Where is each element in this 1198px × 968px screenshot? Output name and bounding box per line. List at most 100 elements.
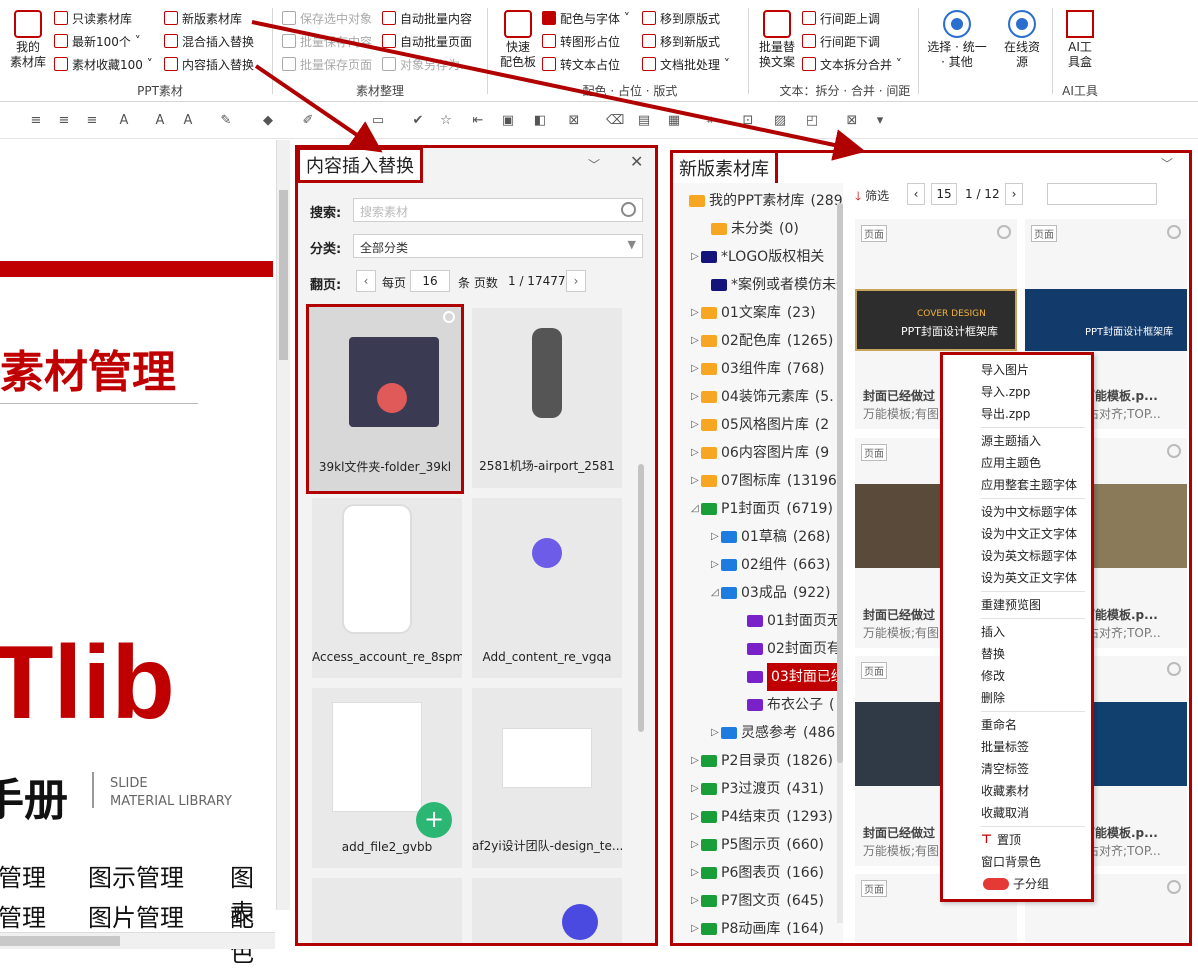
- tree-item[interactable]: ▷ P8动画库 (164): [691, 915, 824, 943]
- favorites-100-button[interactable]: 素材收藏100 ˅: [54, 54, 153, 74]
- grid-icon[interactable]: ▦: [666, 113, 682, 129]
- slide-vertical-scrollbar[interactable]: [276, 140, 290, 910]
- align-right-icon[interactable]: ≡: [84, 113, 100, 129]
- tree-item[interactable]: *案例或者模仿未登: [701, 271, 843, 299]
- tree-item[interactable]: 03封面已经: [737, 663, 843, 691]
- eraser-icon[interactable]: ⌫: [606, 113, 624, 129]
- context-menu-item[interactable]: 置顶: [997, 829, 1021, 851]
- scroll-thumb[interactable]: [279, 190, 288, 360]
- filter-button[interactable]: 🡓 筛选: [855, 187, 889, 208]
- context-menu-item[interactable]: 应用整套主题字体: [981, 474, 1077, 496]
- mixed-insert-button[interactable]: 混合插入替换: [164, 31, 254, 51]
- expand-icon[interactable]: ▷: [691, 383, 701, 411]
- tree-item[interactable]: ▷ 灵感参考 (486: [711, 719, 835, 747]
- tree-item[interactable]: 01封面页无: [737, 607, 843, 635]
- context-menu-item[interactable]: 清空标签: [981, 758, 1029, 780]
- screen-icon[interactable]: ▤: [636, 113, 652, 129]
- tree-item[interactable]: ▷ 05风格图片库 (2: [691, 411, 829, 439]
- next-page-button[interactable]: ›: [1005, 183, 1023, 205]
- brush-icon[interactable]: ✐: [300, 113, 316, 129]
- tree-item[interactable]: ▷ 07图标库 (13196: [691, 467, 837, 495]
- search-icon[interactable]: [621, 202, 636, 217]
- image-icon[interactable]: ▨: [772, 113, 788, 129]
- document-batch-button[interactable]: 文档批处理 ˅: [642, 54, 730, 74]
- context-menu-item[interactable]: 设为中文正文字体: [981, 523, 1077, 545]
- tree-item[interactable]: ◿ P1封面页 (6719): [691, 495, 833, 523]
- context-menu-item[interactable]: 设为英文正文字体: [981, 567, 1077, 589]
- align-center-icon[interactable]: ≡: [56, 113, 72, 129]
- expand-icon[interactable]: ▷: [711, 719, 721, 747]
- context-menu-item[interactable]: 删除: [981, 687, 1005, 709]
- tree-item[interactable]: ▷ 02组件 (663): [711, 551, 830, 579]
- font-shrink-icon[interactable]: A: [152, 113, 168, 129]
- line-spacing-down-button[interactable]: 行间距下调: [802, 31, 880, 51]
- list-item[interactable]: Add_content_re_vgqa: [472, 498, 622, 678]
- zoom-icon[interactable]: [1167, 880, 1181, 894]
- tree-scrollbar[interactable]: [837, 203, 843, 923]
- context-menu-item[interactable]: 源主题插入: [981, 430, 1041, 452]
- per-page-input[interactable]: 16: [410, 270, 450, 292]
- list-item[interactable]: + add_file2_gvbb: [312, 688, 462, 868]
- list-item[interactable]: 2581机场-airport_2581: [472, 308, 622, 488]
- context-menu-item[interactable]: 设为中文标题字体: [981, 501, 1077, 523]
- tree-item[interactable]: ▷ P5图示页 (660): [691, 831, 824, 859]
- tree-item[interactable]: ▷ P2目录页 (1826): [691, 747, 833, 775]
- auto-batch-content-button[interactable]: 自动批量内容: [382, 8, 472, 28]
- font-grow-icon[interactable]: A: [180, 113, 196, 129]
- expand-icon[interactable]: ▷: [691, 915, 701, 943]
- line-spacing-up-button[interactable]: 行间距上调: [802, 8, 880, 28]
- tree-item[interactable]: ▷ P6图表页 (166): [691, 859, 824, 887]
- crop-icon[interactable]: ⌗: [702, 113, 718, 129]
- search-input[interactable]: 搜索素材: [353, 198, 643, 222]
- list-item[interactable]: [472, 878, 622, 943]
- font-color-icon[interactable]: A: [116, 113, 132, 129]
- shape-icon[interactable]: ▭: [370, 113, 386, 129]
- expand-icon[interactable]: ▷: [691, 355, 701, 383]
- list-item[interactable]: [312, 878, 462, 943]
- close-icon[interactable]: ✕: [630, 152, 643, 171]
- latest-100-button[interactable]: 最新100个 ˅: [54, 31, 141, 51]
- expand-icon[interactable]: ▷: [691, 747, 701, 775]
- ai-toolbox-button[interactable]: AI工 具盒: [1058, 10, 1102, 70]
- expand-icon[interactable]: ▷: [691, 859, 701, 887]
- category-select[interactable]: 全部分类 ▼: [353, 234, 643, 258]
- expand-icon[interactable]: ▷: [691, 831, 701, 859]
- expand-icon[interactable]: ▷: [691, 439, 701, 467]
- expand-icon[interactable]: ◿: [691, 495, 701, 523]
- shape-fill-icon[interactable]: ◰: [804, 113, 820, 129]
- move-to-new-layout-button[interactable]: 移到新版式: [642, 31, 720, 51]
- context-menu-item[interactable]: 子分组: [1013, 873, 1049, 895]
- scroll-thumb[interactable]: [0, 936, 120, 946]
- expand-icon[interactable]: ▷: [691, 803, 701, 831]
- color-font-button[interactable]: 配色与字体 ˅: [542, 8, 630, 28]
- tree-item[interactable]: ▷ 01草稿 (268): [711, 523, 830, 551]
- context-menu-item[interactable]: 收藏取消: [981, 802, 1029, 824]
- readonly-library-button[interactable]: 只读素材库: [54, 8, 132, 28]
- page-input[interactable]: 15: [931, 183, 957, 205]
- context-menu-item[interactable]: 导入.zpp: [981, 381, 1030, 403]
- context-menu-item[interactable]: 收藏素材: [981, 780, 1029, 802]
- auto-batch-page-button[interactable]: 自动批量页面: [382, 31, 472, 51]
- tree-item[interactable]: ▷ 02配色库 (1265): [691, 327, 833, 355]
- expand-icon[interactable]: ▷: [691, 327, 701, 355]
- fill-icon[interactable]: ◆: [260, 113, 276, 129]
- list-item[interactable]: Access_account_re_8spm: [312, 498, 462, 678]
- tree-item[interactable]: 布衣公子(: [737, 691, 834, 719]
- chevron-down-icon[interactable]: ﹀: [588, 156, 600, 173]
- context-menu-item[interactable]: 修改: [981, 665, 1005, 687]
- new-library-button[interactable]: 新版素材库: [164, 8, 242, 28]
- quick-palette-button[interactable]: 快速 配色板: [496, 10, 540, 70]
- align-left-icon[interactable]: ≡: [28, 113, 44, 129]
- tree-item[interactable]: ▷ P3过渡页 (431): [691, 775, 824, 803]
- move-to-original-layout-button[interactable]: 移到原版式: [642, 8, 720, 28]
- context-menu-item[interactable]: 批量标签: [981, 736, 1029, 758]
- chevron-down-icon[interactable]: ﹀: [1161, 155, 1173, 172]
- context-menu-item[interactable]: 导出.zpp: [981, 403, 1030, 425]
- zoom-icon[interactable]: [1167, 662, 1181, 676]
- close-box-icon[interactable]: ⊠: [844, 113, 860, 129]
- context-menu-item[interactable]: 设为英文标题字体: [981, 545, 1077, 567]
- color-block-icon[interactable]: ◧: [532, 113, 548, 129]
- zoom-icon[interactable]: [1167, 225, 1181, 239]
- context-menu-item[interactable]: 重建预览图: [981, 594, 1041, 616]
- tree-item[interactable]: ▷ P4结束页 (1293): [691, 803, 833, 831]
